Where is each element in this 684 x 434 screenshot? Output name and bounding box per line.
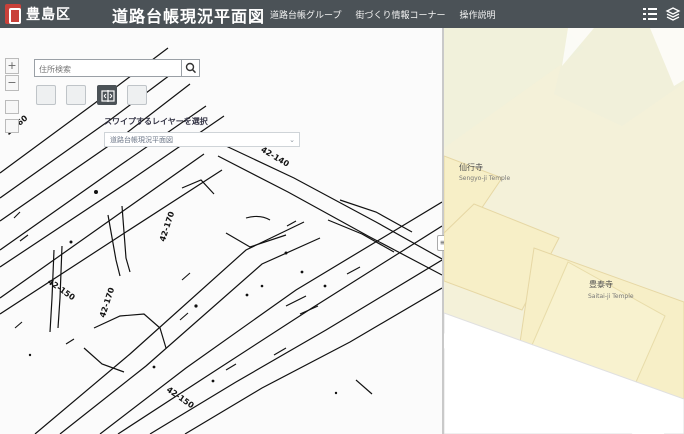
road-ledger-map[interactable]: 42-140 42-170 42-150 42-170 42-150 2-160… xyxy=(0,28,442,434)
menu-icon[interactable] xyxy=(642,6,658,22)
city-name: 豊島区 xyxy=(26,7,71,23)
address-search-input[interactable] xyxy=(39,62,179,76)
header-links: 道路台帳グループ 街づくり情報コーナー 操作説明 xyxy=(270,8,496,21)
tool-button-4[interactable] xyxy=(127,85,147,105)
zoom-out-button[interactable]: − xyxy=(5,75,19,91)
swipe-icon xyxy=(101,90,115,102)
search-icon xyxy=(185,62,197,74)
base-map[interactable]: 仙行寺 Sengyo-ji Temple 豊泰寺 Saitai-ji Templ… xyxy=(444,28,684,434)
header-link-town-info[interactable]: 街づくり情報コーナー xyxy=(355,8,445,21)
temple-label-sengyo-ji-jp: 仙行寺 xyxy=(459,163,483,172)
locate-button[interactable] xyxy=(5,119,19,133)
base-map-shapes xyxy=(444,28,684,434)
city-logo xyxy=(5,4,21,24)
temple-label-saitai-ji-jp: 豊泰寺 xyxy=(589,280,613,289)
layers-icon[interactable] xyxy=(665,6,681,22)
swipe-tool-button[interactable] xyxy=(97,85,117,105)
header-link-road-ledger[interactable]: 道路台帳グループ xyxy=(270,8,341,21)
app-header: 豊島区 道路台帳現況平面図 道路台帳グループ 街づくり情報コーナー 操作説明 xyxy=(0,0,684,28)
tool-button-2[interactable] xyxy=(66,85,86,105)
temple-label-saitai-ji-en: Saitai-ji Temple xyxy=(588,293,634,300)
temple-label-sengyo-ji-en: Sengyo-ji Temple xyxy=(459,175,511,182)
swipe-layer-select[interactable]: 道路台帳現況平面図 ⌄ xyxy=(104,132,300,147)
chevron-down-icon: ⌄ xyxy=(289,136,295,144)
search-button[interactable] xyxy=(181,60,199,76)
swipe-layer-label: スワイプするレイヤーを選択 xyxy=(104,117,208,126)
home-button[interactable] xyxy=(5,100,19,114)
address-search-box[interactable] xyxy=(34,59,200,77)
tool-button-1[interactable] xyxy=(36,85,56,105)
header-link-help[interactable]: 操作説明 xyxy=(459,8,495,21)
swipe-layer-value: 道路台帳現況平面図 xyxy=(110,136,173,144)
zoom-in-button[interactable]: + xyxy=(5,58,19,74)
page-title: 道路台帳現況平面図 xyxy=(112,7,266,26)
